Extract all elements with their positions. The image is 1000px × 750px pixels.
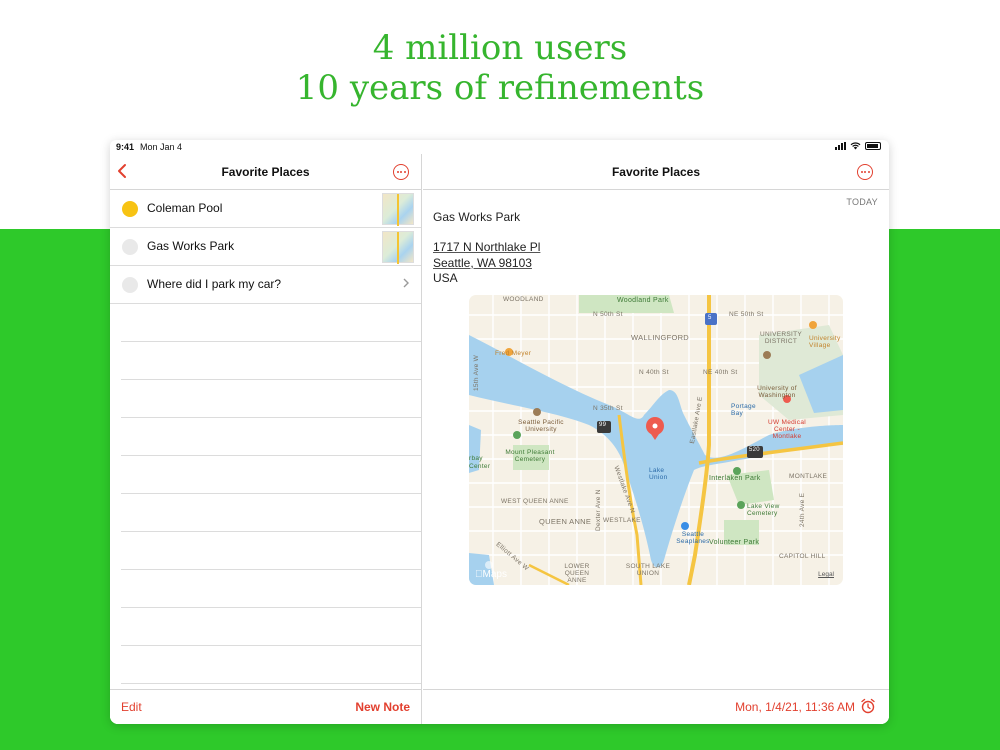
wifi-icon xyxy=(850,142,861,150)
map-label: N 40th St xyxy=(639,369,669,376)
status-date: Mon Jan 4 xyxy=(140,142,183,152)
address-line-2[interactable]: Seattle, WA 98103 xyxy=(433,256,540,272)
map-label: University Village xyxy=(809,335,841,349)
sidebar-more-icon[interactable] xyxy=(393,164,409,180)
status-bar: 9:41 Mon Jan 4 xyxy=(110,140,889,154)
address-line-3[interactable]: USA xyxy=(433,271,540,287)
empty-row xyxy=(121,304,421,342)
map-label: QUEEN ANNE xyxy=(539,517,592,526)
map-label: WOODLAND xyxy=(503,296,544,303)
map-label: WALLINGFORD xyxy=(631,333,690,342)
chevron-right-icon xyxy=(403,277,409,291)
map-label: Dexter Ave N xyxy=(595,489,602,531)
map-label: rbay xyxy=(469,455,483,462)
map-label: LOWER QUEEN ANNE xyxy=(564,563,590,584)
headline-line-1: 4 million users xyxy=(372,28,628,68)
map-label: Center xyxy=(469,463,491,470)
map-label: Lake Union xyxy=(649,467,668,481)
detail-toolbar: Mon, 1/4/21, 11:36 AM xyxy=(423,689,889,724)
map-label: WESTLAKE xyxy=(603,517,641,524)
map-label: 520 xyxy=(749,447,760,453)
completion-circle-icon[interactable] xyxy=(122,277,138,293)
address-block[interactable]: 1717 N Northlake Pl Seattle, WA 98103 US… xyxy=(433,240,540,287)
map-label: SOUTH LAKE UNION xyxy=(625,563,671,577)
map-label: Mount Pleasant Cemetery xyxy=(505,449,555,463)
promo-headline: 4 million users 10 years of refinements xyxy=(0,28,1000,108)
map-label: University of Washington xyxy=(757,385,797,399)
notes-list: Coleman Pool Gas Works Park Where did I … xyxy=(110,190,421,684)
empty-row xyxy=(121,342,421,380)
empty-row xyxy=(121,418,421,456)
empty-row xyxy=(121,456,421,494)
map-thumbnail xyxy=(382,193,414,226)
date-header: TODAY xyxy=(846,197,878,207)
map-label: MONTLAKE xyxy=(789,473,828,480)
detail-more-icon[interactable] xyxy=(857,164,873,180)
location-map[interactable]: WOODLAND Woodland Park N 50th St NE 50th… xyxy=(469,295,843,585)
detail-title: Favorite Places xyxy=(611,165,701,179)
map-label: UW Medical Center - Montlake xyxy=(767,419,807,440)
ipad-screen: 9:41 Mon Jan 4 Favorite Places Coleman P… xyxy=(110,140,889,724)
map-label: 15th Ave W xyxy=(473,354,480,391)
map-label: Volunteer Park xyxy=(709,539,760,546)
map-label: Portage Bay xyxy=(731,403,756,417)
map-label: UNIVERSITY DISTRICT xyxy=(759,331,802,345)
headline-line-2: 10 years of refinements xyxy=(295,68,705,108)
list-item-label: Coleman Pool xyxy=(147,201,223,215)
map-label: NE 50th St xyxy=(729,311,764,318)
map-label: WEST QUEEN ANNE xyxy=(501,498,569,505)
cellular-signal-icon xyxy=(835,142,846,150)
map-label: N 35th St xyxy=(593,405,623,412)
map-legal-link[interactable]: Legal xyxy=(818,571,834,578)
note-title[interactable]: Gas Works Park xyxy=(433,210,520,224)
list-item-label: Where did I park my car? xyxy=(147,277,282,291)
map-label: Interlaken Park xyxy=(709,475,761,482)
completion-circle-icon[interactable] xyxy=(122,239,138,255)
apple-maps-logo: Maps xyxy=(475,569,507,580)
map-label: N 50th St xyxy=(593,311,623,318)
address-line-1[interactable]: 1717 N Northlake Pl xyxy=(433,240,540,256)
empty-row xyxy=(121,570,421,608)
list-item[interactable]: Where did I park my car? xyxy=(110,266,421,304)
notes-sidebar: Favorite Places Coleman Pool Gas Works P… xyxy=(110,154,422,724)
map-label: 24th Ave E xyxy=(799,492,806,527)
status-icons xyxy=(835,142,881,150)
battery-icon xyxy=(865,142,881,150)
completion-circle-icon[interactable] xyxy=(122,201,138,217)
empty-row xyxy=(121,608,421,646)
map-label: Lake View Cemetery xyxy=(747,503,780,517)
reminder-timestamp[interactable]: Mon, 1/4/21, 11:36 AM xyxy=(735,700,855,714)
empty-row xyxy=(121,494,421,532)
detail-navbar: Favorite Places xyxy=(423,154,889,190)
map-label: 99 xyxy=(599,422,607,428)
list-item-label: Gas Works Park xyxy=(147,239,235,253)
empty-row xyxy=(121,646,421,684)
map-label: Fred Meyer xyxy=(495,350,532,357)
map-label: 5 xyxy=(708,315,712,321)
map-label: CAPITOL HILL xyxy=(779,553,826,560)
sidebar-navbar: Favorite Places xyxy=(110,154,421,190)
empty-row xyxy=(121,380,421,418)
new-note-button[interactable]: New Note xyxy=(355,700,410,714)
map-thumbnail xyxy=(382,231,414,264)
edit-button[interactable]: Edit xyxy=(121,700,142,714)
map-label: Seattle Seaplanes xyxy=(676,531,710,545)
sidebar-title: Favorite Places xyxy=(221,165,310,179)
list-item[interactable]: Gas Works Park xyxy=(110,228,421,266)
list-item[interactable]: Coleman Pool xyxy=(110,190,421,228)
sidebar-toolbar: Edit New Note xyxy=(110,689,421,724)
map-label: NE 40th St xyxy=(703,369,738,376)
empty-row xyxy=(121,532,421,570)
status-time: 9:41 xyxy=(116,142,135,152)
alarm-clock-icon[interactable] xyxy=(860,698,876,714)
map-label: Seattle Pacific University xyxy=(518,419,564,433)
map-label: Woodland Park xyxy=(617,297,669,304)
note-detail: Favorite Places TODAY Gas Works Park 171… xyxy=(423,154,889,724)
